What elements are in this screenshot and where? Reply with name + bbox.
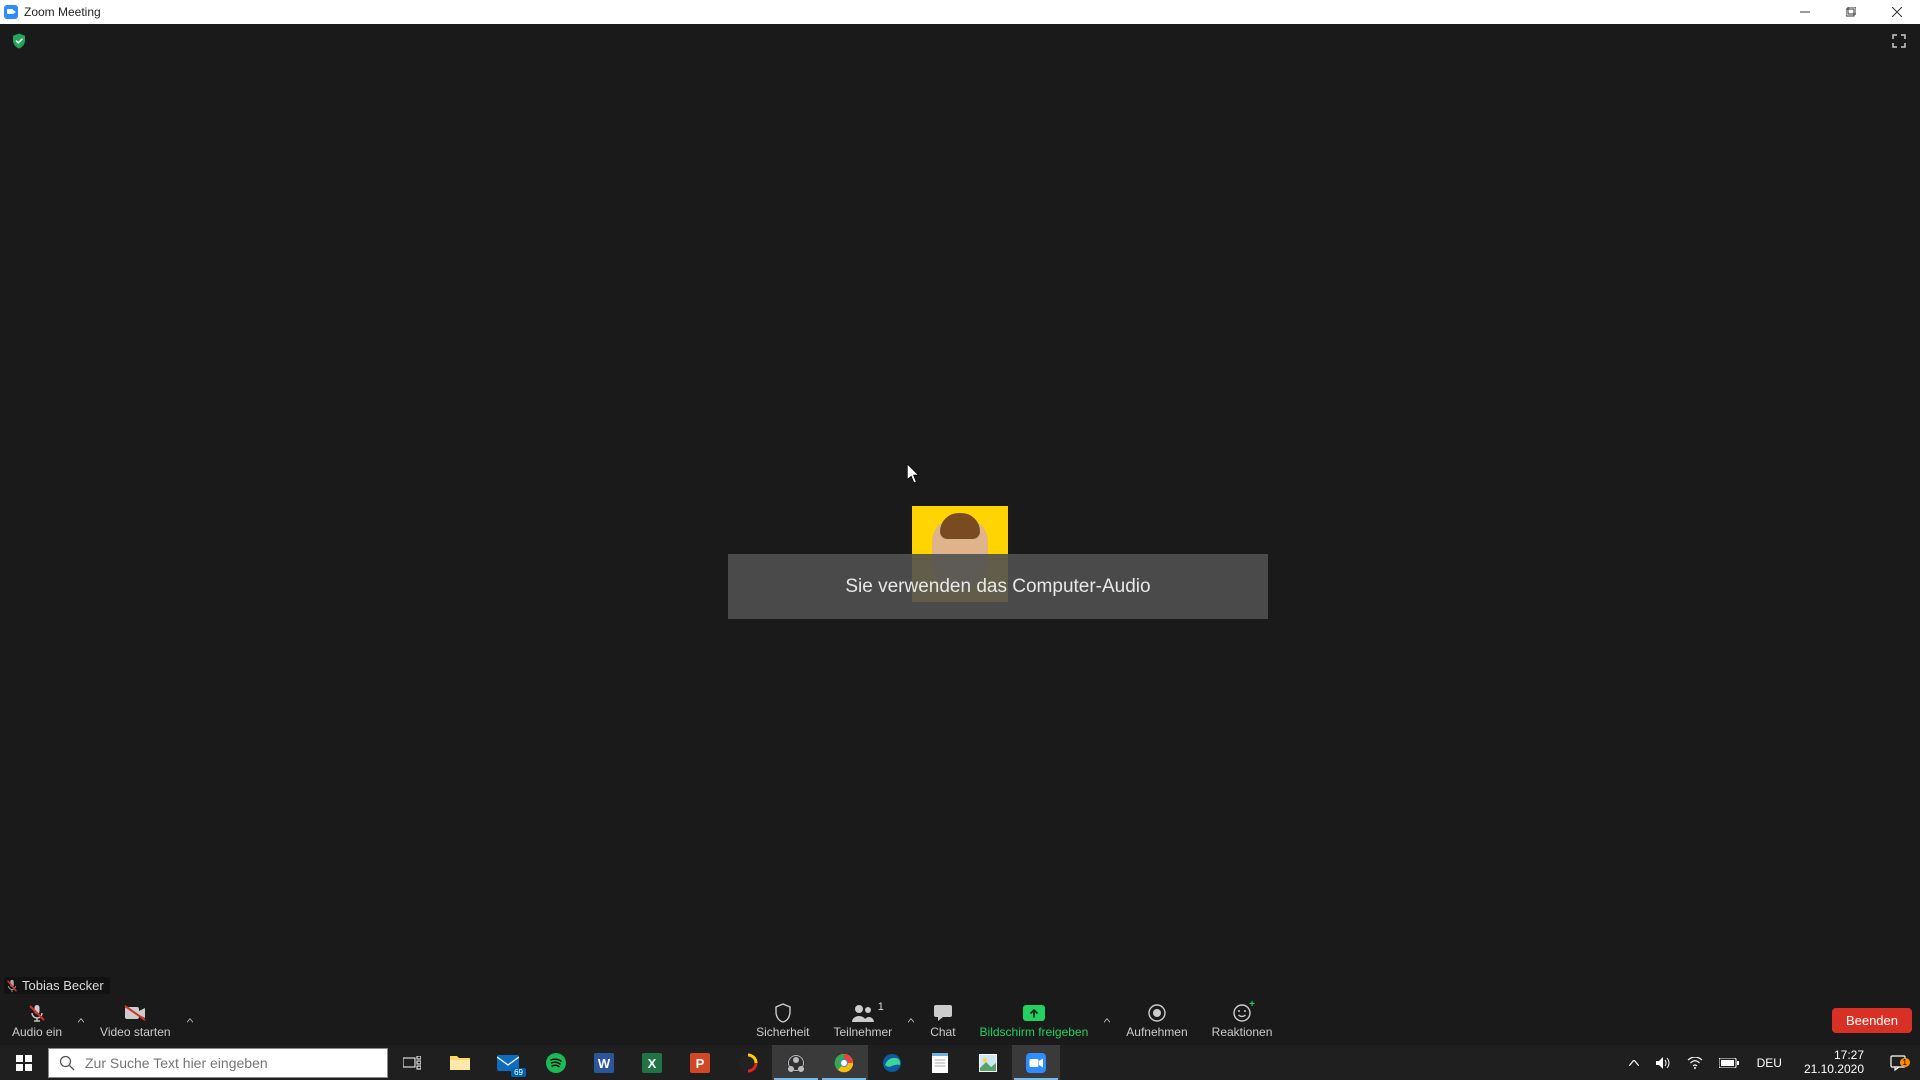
enter-fullscreen-button[interactable] [1888,30,1910,52]
participants-options-caret[interactable] [904,996,918,1045]
reactions-label: Reaktionen [1212,1025,1273,1039]
close-button[interactable] [1874,0,1920,24]
task-view-button[interactable] [388,1045,436,1080]
taskbar-file-explorer[interactable] [436,1045,484,1080]
tray-date: 21.10.2020 [1804,1063,1864,1076]
tray-notifications[interactable]: 1 [1882,1055,1914,1071]
window-title-bar: Zoom Meeting [0,0,1920,24]
participants-count: 1 [878,1001,884,1013]
audio-toast: Sie verwenden das Computer-Audio [728,554,1268,619]
taskbar-image-viewer[interactable] [964,1045,1012,1080]
encryption-shield-icon[interactable] [10,32,28,50]
end-meeting-button[interactable]: Beenden [1832,1008,1912,1033]
chat-icon [933,1003,953,1023]
reactions-icon: + [1233,1003,1251,1023]
chat-button[interactable]: Chat [918,996,967,1045]
audio-options-caret[interactable] [74,996,88,1045]
window-title: Zoom Meeting [24,5,101,19]
taskbar-mail[interactable]: 69 [484,1045,532,1080]
audio-toast-text: Sie verwenden das Computer-Audio [845,576,1150,598]
mouse-cursor [907,464,921,489]
minimize-button[interactable] [1782,0,1828,24]
taskbar-spotify[interactable] [532,1045,580,1080]
svg-text:P: P [696,1056,705,1071]
taskbar-chrome[interactable] [820,1045,868,1080]
taskbar-notepad[interactable] [916,1045,964,1080]
muted-mic-icon [6,979,18,993]
join-audio-label: Audio ein [12,1025,62,1039]
window-controls [1782,0,1920,24]
start-video-button[interactable]: Video starten [88,996,183,1045]
microphone-muted-icon [27,1003,47,1023]
tray-clock[interactable]: 17:27 21.10.2020 [1798,1049,1870,1075]
meeting-area: Sie verwenden das Computer-Audio Tobias … [0,24,1920,1045]
taskbar-powerpoint[interactable]: P [676,1045,724,1080]
tray-battery-icon[interactable] [1717,1045,1741,1080]
self-name-label: Tobias Becker [4,977,110,994]
zoom-app-icon [4,5,18,19]
taskbar-app-circle[interactable] [724,1045,772,1080]
tray-volume-icon[interactable] [1653,1045,1673,1080]
shield-icon [774,1003,792,1023]
windows-taskbar: 69 W X P [0,1045,1920,1080]
share-icon [1023,1003,1045,1023]
self-name-text: Tobias Becker [22,978,104,993]
search-input[interactable] [85,1055,387,1071]
search-icon [49,1055,85,1071]
maximize-button[interactable] [1828,0,1874,24]
svg-text:W: W [598,1056,611,1071]
tray-wifi-icon[interactable] [1685,1045,1705,1080]
taskbar-search[interactable] [48,1048,388,1078]
participants-label: Teilnehmer [833,1025,892,1039]
chat-label: Chat [930,1025,955,1039]
share-options-caret[interactable] [1100,996,1114,1045]
taskbar-zoom[interactable] [1012,1045,1060,1080]
tray-overflow[interactable] [1627,1045,1641,1080]
system-tray: DEU 17:27 21.10.2020 1 [1621,1045,1920,1080]
security-label: Sicherheit [756,1025,809,1039]
taskbar-obs[interactable] [772,1045,820,1080]
security-button[interactable]: Sicherheit [744,996,821,1045]
notif-badge: 1 [1900,1058,1910,1067]
svg-text:X: X [648,1056,657,1071]
start-video-label: Video starten [100,1025,171,1039]
video-options-caret[interactable] [183,996,197,1045]
share-label: Bildschirm freigeben [980,1025,1089,1039]
tray-language[interactable]: DEU [1753,1045,1786,1080]
mail-badge: 69 [511,1068,526,1077]
start-button[interactable] [0,1045,48,1080]
participants-icon: 1 [850,1003,876,1023]
taskbar-excel[interactable]: X [628,1045,676,1080]
taskbar-word[interactable]: W [580,1045,628,1080]
meeting-controls-bar: Audio ein Video starten [0,996,1920,1045]
reactions-button[interactable]: + Reaktionen [1200,996,1285,1045]
tray-time: 17:27 [1804,1049,1864,1062]
record-button[interactable]: Aufnehmen [1114,996,1199,1045]
record-label: Aufnehmen [1126,1025,1187,1039]
join-audio-button[interactable]: Audio ein [0,996,74,1045]
record-icon [1148,1003,1166,1023]
share-screen-button[interactable]: Bildschirm freigeben [968,996,1101,1045]
taskbar-edge[interactable] [868,1045,916,1080]
end-label: Beenden [1846,1013,1898,1028]
video-off-icon [123,1003,147,1023]
participants-button[interactable]: 1 Teilnehmer [821,996,904,1045]
